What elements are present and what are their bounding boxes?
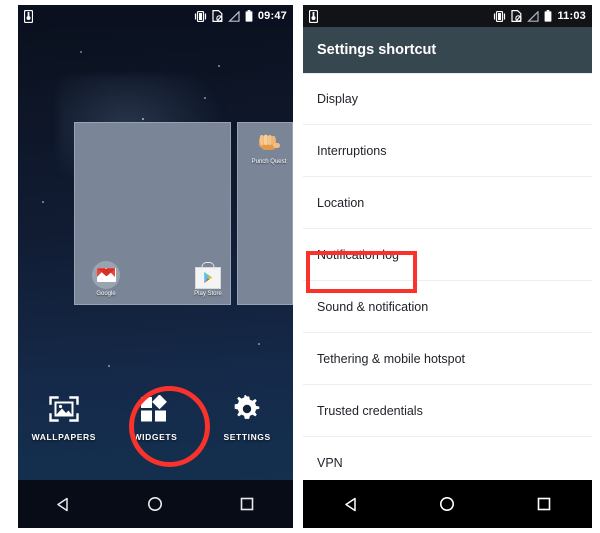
nav-home-button[interactable]: [424, 487, 470, 521]
wallpaper-icon: [26, 392, 102, 426]
status-bar-right-icons-right: 11:03: [493, 10, 586, 22]
widget-app-google[interactable]: Google: [83, 260, 129, 298]
home-circle-icon: [440, 497, 455, 511]
play-store-icon: [194, 261, 222, 289]
wallpapers-label: WALLPAPERS: [31, 432, 97, 442]
list-item-sound-notification[interactable]: Sound & notification: [303, 281, 592, 333]
list-item-label: Display: [317, 92, 358, 106]
list-item-tethering-hotspot[interactable]: Tethering & mobile hotspot: [303, 333, 592, 385]
widget-picker-tray: Google Play Store Punch Quest: [74, 122, 293, 305]
list-item-location[interactable]: Location: [303, 177, 592, 229]
annotation-circle-widgets: [129, 386, 210, 467]
nav-recents-button[interactable]: [521, 487, 567, 521]
list-item-notification-log[interactable]: Notification log: [303, 229, 592, 281]
sim-card-icon: [309, 9, 318, 23]
screenshot-icon: [511, 10, 523, 22]
home-circle-icon: [148, 497, 163, 511]
status-bar-right-icons: 09:47: [194, 10, 287, 22]
screenshot-icon: [212, 10, 223, 22]
signal-triangle-icon: [228, 10, 240, 22]
main-widget-preview[interactable]: Google Play Store: [74, 122, 231, 305]
gmail-icon: [92, 260, 120, 289]
list-item-label: Notification log: [317, 247, 399, 262]
widget-app-punch-quest[interactable]: Punch Quest: [246, 129, 292, 166]
list-item-label: Tethering & mobile hotspot: [317, 351, 466, 366]
screenshot-root: 09:47 Google Play Store Punch Quest WALL…: [0, 0, 600, 533]
nav-back-button[interactable]: [328, 487, 374, 521]
side-widget-preview[interactable]: Punch Quest: [236, 122, 293, 305]
list-item-label: Sound & notification: [317, 299, 429, 314]
settings-shortcut-list[interactable]: Display Interruptions Location Notificat…: [303, 73, 592, 528]
right-nav-bar: [303, 480, 592, 528]
sim-card-icon: [24, 9, 33, 23]
widget-app-play-store-label: Play Store: [194, 290, 222, 297]
gear-icon: [209, 392, 285, 426]
status-bar-left-icons-right: [309, 9, 318, 23]
settings-button[interactable]: SETTINGS: [209, 392, 285, 442]
left-phone-screen: 09:47 Google Play Store Punch Quest WALL…: [18, 5, 293, 528]
app-bar: Settings shortcut: [303, 27, 592, 73]
battery-icon: [245, 10, 253, 22]
nav-home-button[interactable]: [132, 487, 178, 521]
wallpapers-button[interactable]: WALLPAPERS: [26, 392, 102, 442]
recents-square-icon: [240, 497, 254, 511]
settings-label: SETTINGS: [223, 432, 271, 442]
widget-app-punch-quest-label: Punch Quest: [251, 159, 287, 165]
back-triangle-icon: [344, 497, 356, 511]
right-phone-screen: 11:03 Settings shortcut Display Interrup…: [303, 5, 592, 528]
vibrate-icon: [494, 10, 506, 22]
page-title: Settings shortcut: [317, 42, 437, 58]
signal-triangle-icon: [527, 10, 540, 22]
left-status-bar: 09:47: [18, 5, 293, 27]
widget-app-google-label: Google: [96, 290, 116, 297]
status-bar-left-icons: [24, 9, 33, 23]
list-item-interruptions[interactable]: Interruptions: [303, 125, 592, 177]
left-status-time: 09:47: [257, 10, 287, 22]
right-status-time: 11:03: [557, 10, 586, 22]
list-item-display[interactable]: Display: [303, 73, 592, 125]
right-status-bar: 11:03: [303, 5, 592, 27]
vibrate-icon: [194, 10, 206, 22]
widget-app-play-store[interactable]: Play Store: [185, 261, 231, 298]
back-triangle-icon: [57, 497, 69, 511]
nav-back-button[interactable]: [41, 487, 87, 521]
list-item-label: Location: [317, 195, 365, 210]
list-item-label: VPN: [317, 455, 343, 470]
list-item-label: Interruptions: [317, 143, 387, 158]
list-item-label: Trusted credentials: [317, 403, 423, 418]
recents-square-icon: [537, 497, 551, 511]
battery-icon: [545, 10, 552, 22]
nav-recents-button[interactable]: [224, 487, 270, 521]
left-nav-bar: [18, 480, 293, 528]
list-item-trusted-credentials[interactable]: Trusted credentials: [303, 385, 592, 437]
fist-icon: [255, 129, 283, 157]
